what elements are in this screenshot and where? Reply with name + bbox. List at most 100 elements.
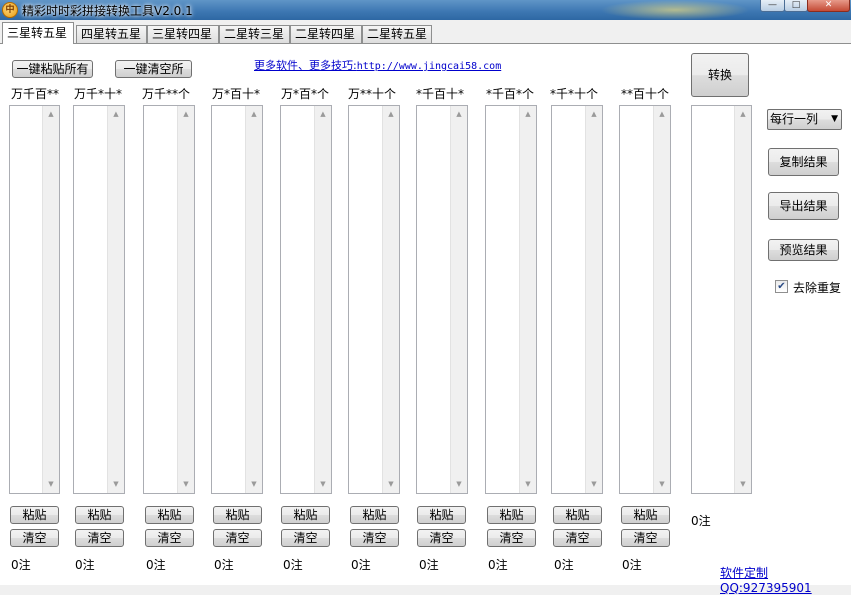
- vertical-scrollbar[interactable]: ▲ ▼: [382, 106, 399, 493]
- clear-button[interactable]: 清空: [145, 529, 194, 547]
- scroll-up-icon[interactable]: ▲: [451, 106, 467, 123]
- scroll-down-icon[interactable]: ▼: [383, 476, 399, 493]
- close-button[interactable]: ✕: [807, 0, 850, 12]
- clear-button[interactable]: 清空: [487, 529, 536, 547]
- format-select-value: 每行一列: [770, 112, 819, 126]
- scroll-down-icon[interactable]: ▼: [654, 476, 670, 493]
- paste-button[interactable]: 粘贴: [75, 506, 124, 524]
- paste-button[interactable]: 粘贴: [10, 506, 59, 524]
- vertical-scrollbar[interactable]: ▲ ▼: [177, 106, 194, 493]
- website-link-url: http://www.jingcai58.com: [356, 61, 502, 72]
- clear-button[interactable]: 清空: [10, 529, 59, 547]
- clear-button[interactable]: 清空: [417, 529, 466, 547]
- dedupe-checkbox[interactable]: ✔: [775, 280, 788, 293]
- column-header: 万*百*个: [281, 87, 330, 101]
- scroll-up-icon[interactable]: ▲: [654, 106, 670, 123]
- clear-button[interactable]: 清空: [281, 529, 330, 547]
- clear-button[interactable]: 清空: [213, 529, 262, 547]
- paste-button[interactable]: 粘贴: [350, 506, 399, 524]
- input-textarea[interactable]: ▲ ▼: [211, 105, 263, 494]
- vertical-scrollbar[interactable]: ▲ ▼: [585, 106, 602, 493]
- chevron-down-icon: ▼: [831, 114, 838, 124]
- maximize-button[interactable]: □: [784, 0, 808, 12]
- vertical-scrollbar[interactable]: ▲ ▼: [42, 106, 59, 493]
- column-header: *千百*个: [486, 87, 535, 101]
- tab-3-to-5[interactable]: 三星转五星: [2, 22, 74, 44]
- entry-count: 0注: [419, 558, 439, 572]
- entry-count: 0注: [351, 558, 371, 572]
- preview-result-button[interactable]: 预览结果: [768, 239, 839, 261]
- scroll-down-icon[interactable]: ▼: [735, 476, 751, 493]
- scroll-up-icon[interactable]: ▲: [586, 106, 602, 123]
- scroll-down-icon[interactable]: ▼: [246, 476, 262, 493]
- column-header: 万千**个: [142, 87, 191, 101]
- paste-button[interactable]: 粘贴: [417, 506, 466, 524]
- paste-button[interactable]: 粘贴: [281, 506, 330, 524]
- vertical-scrollbar[interactable]: ▲ ▼: [653, 106, 670, 493]
- vertical-scrollbar[interactable]: ▲ ▼: [314, 106, 331, 493]
- minimize-button[interactable]: —: [760, 0, 785, 12]
- input-textarea[interactable]: ▲ ▼: [551, 105, 603, 494]
- clear-button[interactable]: 清空: [75, 529, 124, 547]
- entry-count: 0注: [554, 558, 574, 572]
- scroll-down-icon[interactable]: ▼: [315, 476, 331, 493]
- paste-button[interactable]: 粘贴: [553, 506, 602, 524]
- scroll-up-icon[interactable]: ▲: [383, 106, 399, 123]
- website-link-text: 更多软件、更多技巧:: [254, 59, 357, 72]
- convert-button[interactable]: 转换: [691, 53, 749, 97]
- vertical-scrollbar[interactable]: ▲ ▼: [107, 106, 124, 493]
- paste-button[interactable]: 粘贴: [621, 506, 670, 524]
- entry-count: 0注: [75, 558, 95, 572]
- lottery-coin-icon: 中: [2, 2, 18, 18]
- scroll-up-icon[interactable]: ▲: [735, 106, 751, 123]
- scroll-down-icon[interactable]: ▼: [43, 476, 59, 493]
- input-textarea[interactable]: ▲ ▼: [73, 105, 125, 494]
- scroll-up-icon[interactable]: ▲: [246, 106, 262, 123]
- column-header: 万*百十*: [212, 87, 261, 101]
- input-textarea[interactable]: ▲ ▼: [9, 105, 60, 494]
- paste-all-button[interactable]: 一键粘贴所有: [12, 60, 93, 78]
- scroll-down-icon[interactable]: ▼: [178, 476, 194, 493]
- scroll-down-icon[interactable]: ▼: [451, 476, 467, 493]
- input-textarea[interactable]: ▲ ▼: [485, 105, 537, 494]
- tab-3-to-4[interactable]: 三星转四星: [147, 25, 219, 44]
- input-textarea[interactable]: ▲ ▼: [143, 105, 195, 494]
- tab-4-to-5[interactable]: 四星转五星: [76, 25, 147, 44]
- scroll-up-icon[interactable]: ▲: [315, 106, 331, 123]
- clear-button[interactable]: 清空: [621, 529, 670, 547]
- scroll-down-icon[interactable]: ▼: [108, 476, 124, 493]
- vertical-scrollbar[interactable]: ▲ ▼: [245, 106, 262, 493]
- website-link[interactable]: 更多软件、更多技巧:http://www.jingcai58.com: [254, 57, 501, 73]
- result-count: 0注: [691, 514, 711, 528]
- custom-qq-link[interactable]: 软件定制QQ:927395901: [720, 564, 851, 595]
- scroll-up-icon[interactable]: ▲: [43, 106, 59, 123]
- scroll-up-icon[interactable]: ▲: [520, 106, 536, 123]
- clear-button[interactable]: 清空: [350, 529, 399, 547]
- scroll-up-icon[interactable]: ▲: [108, 106, 124, 123]
- scroll-up-icon[interactable]: ▲: [178, 106, 194, 123]
- paste-button[interactable]: 粘贴: [145, 506, 194, 524]
- vertical-scrollbar[interactable]: ▲ ▼: [734, 106, 751, 493]
- clear-button[interactable]: 清空: [553, 529, 602, 547]
- paste-button[interactable]: 粘贴: [487, 506, 536, 524]
- scroll-down-icon[interactable]: ▼: [520, 476, 536, 493]
- title-bar-glow: [600, 0, 750, 20]
- entry-count: 0注: [488, 558, 508, 572]
- copy-result-button[interactable]: 复制结果: [768, 148, 839, 176]
- vertical-scrollbar[interactable]: ▲ ▼: [519, 106, 536, 493]
- result-textarea[interactable]: ▲ ▼: [691, 105, 752, 494]
- tab-2-to-5[interactable]: 二星转五星: [362, 25, 432, 44]
- dedupe-label: 去除重复: [793, 281, 842, 295]
- input-textarea[interactable]: ▲ ▼: [416, 105, 468, 494]
- vertical-scrollbar[interactable]: ▲ ▼: [450, 106, 467, 493]
- format-select[interactable]: 每行一列 ▼: [767, 109, 842, 130]
- paste-button[interactable]: 粘贴: [213, 506, 262, 524]
- tab-2-to-3[interactable]: 二星转三星: [219, 25, 290, 44]
- input-textarea[interactable]: ▲ ▼: [348, 105, 400, 494]
- export-result-button[interactable]: 导出结果: [768, 192, 839, 220]
- input-textarea[interactable]: ▲ ▼: [280, 105, 332, 494]
- clear-all-button[interactable]: 一键清空所: [115, 60, 192, 78]
- tab-2-to-4[interactable]: 二星转四星: [290, 25, 362, 44]
- scroll-down-icon[interactable]: ▼: [586, 476, 602, 493]
- input-textarea[interactable]: ▲ ▼: [619, 105, 671, 494]
